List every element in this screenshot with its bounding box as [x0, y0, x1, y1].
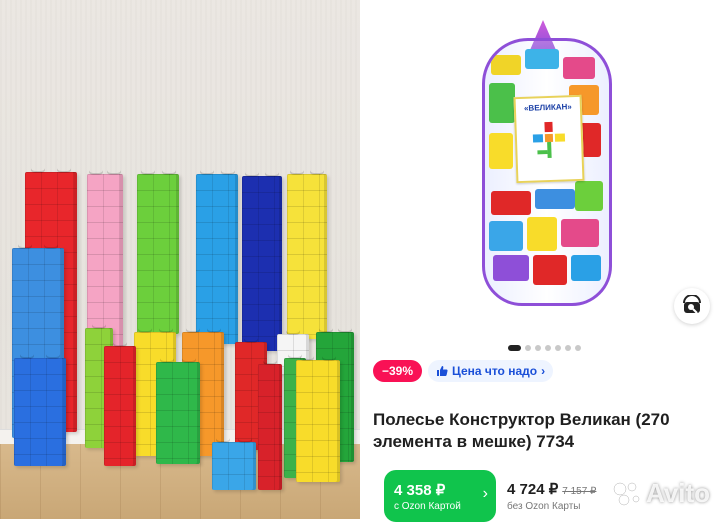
gallery-dot[interactable]: [565, 345, 571, 351]
gallery-dot[interactable]: [535, 345, 541, 351]
image-search-icon: [683, 295, 701, 314]
flower-pattern-icon: [532, 121, 566, 159]
gallery-dot[interactable]: [575, 345, 581, 351]
gallery-dot[interactable]: [545, 345, 551, 351]
ozon-card-label: с Ozon Картой: [394, 501, 461, 512]
chevron-right-icon: ›: [541, 364, 546, 378]
green-tower: [137, 174, 179, 334]
product-photo-towers: [0, 0, 360, 519]
good-price-label: Цена что надо: [452, 364, 538, 378]
product-card: «ВЕЛИКАН» −39% Цена что надо › Полесье К…: [360, 0, 720, 522]
ozon-card-price: 4 358 ₽: [394, 482, 446, 499]
regular-price-label: без Ozon Карты: [507, 501, 581, 512]
badge-row: −39% Цена что надо ›: [373, 360, 554, 382]
old-price: 7 157 ₽: [562, 486, 597, 497]
gallery-dot[interactable]: [525, 345, 531, 351]
discount-badge: −39%: [373, 360, 423, 382]
good-price-badge[interactable]: Цена что надо ›: [428, 360, 554, 382]
thumbs-up-icon: [437, 366, 448, 376]
red-front-tower-2: [258, 364, 282, 490]
product-title: Полесье Конструктор Великан (270 элемент…: [373, 410, 670, 451]
image-search-button[interactable]: [674, 288, 710, 324]
avito-watermark-text: Avito: [646, 478, 711, 508]
product-image[interactable]: «ВЕЛИКАН»: [360, 0, 720, 350]
product-label-text: «ВЕЛИКАН»: [523, 102, 572, 113]
red-front-tower: [104, 346, 136, 466]
green-front-tower: [156, 362, 200, 464]
blue-front-tower: [14, 358, 66, 466]
avito-watermark: Avito: [612, 478, 710, 509]
lightblue-small-block: [212, 442, 256, 490]
gallery-dot-active[interactable]: [508, 345, 521, 351]
ozon-card-price-button[interactable]: 4 358 ₽ с Ozon Картой ›: [384, 470, 496, 522]
darkblue-tower: [242, 176, 282, 351]
yellow-tall-tower: [287, 174, 327, 339]
chevron-right-icon: ›: [482, 485, 488, 502]
avito-logo-icon: [613, 482, 640, 505]
product-label: «ВЕЛИКАН»: [513, 94, 585, 184]
gallery-pagination[interactable]: [508, 345, 581, 351]
gallery-dot[interactable]: [555, 345, 561, 351]
regular-price-block: 4 724 ₽7 157 ₽ без Ozon Карты: [507, 480, 597, 512]
yellow-front-tower: [296, 360, 340, 482]
lightblue-tower: [196, 174, 238, 344]
regular-price: 4 724 ₽: [507, 481, 559, 498]
